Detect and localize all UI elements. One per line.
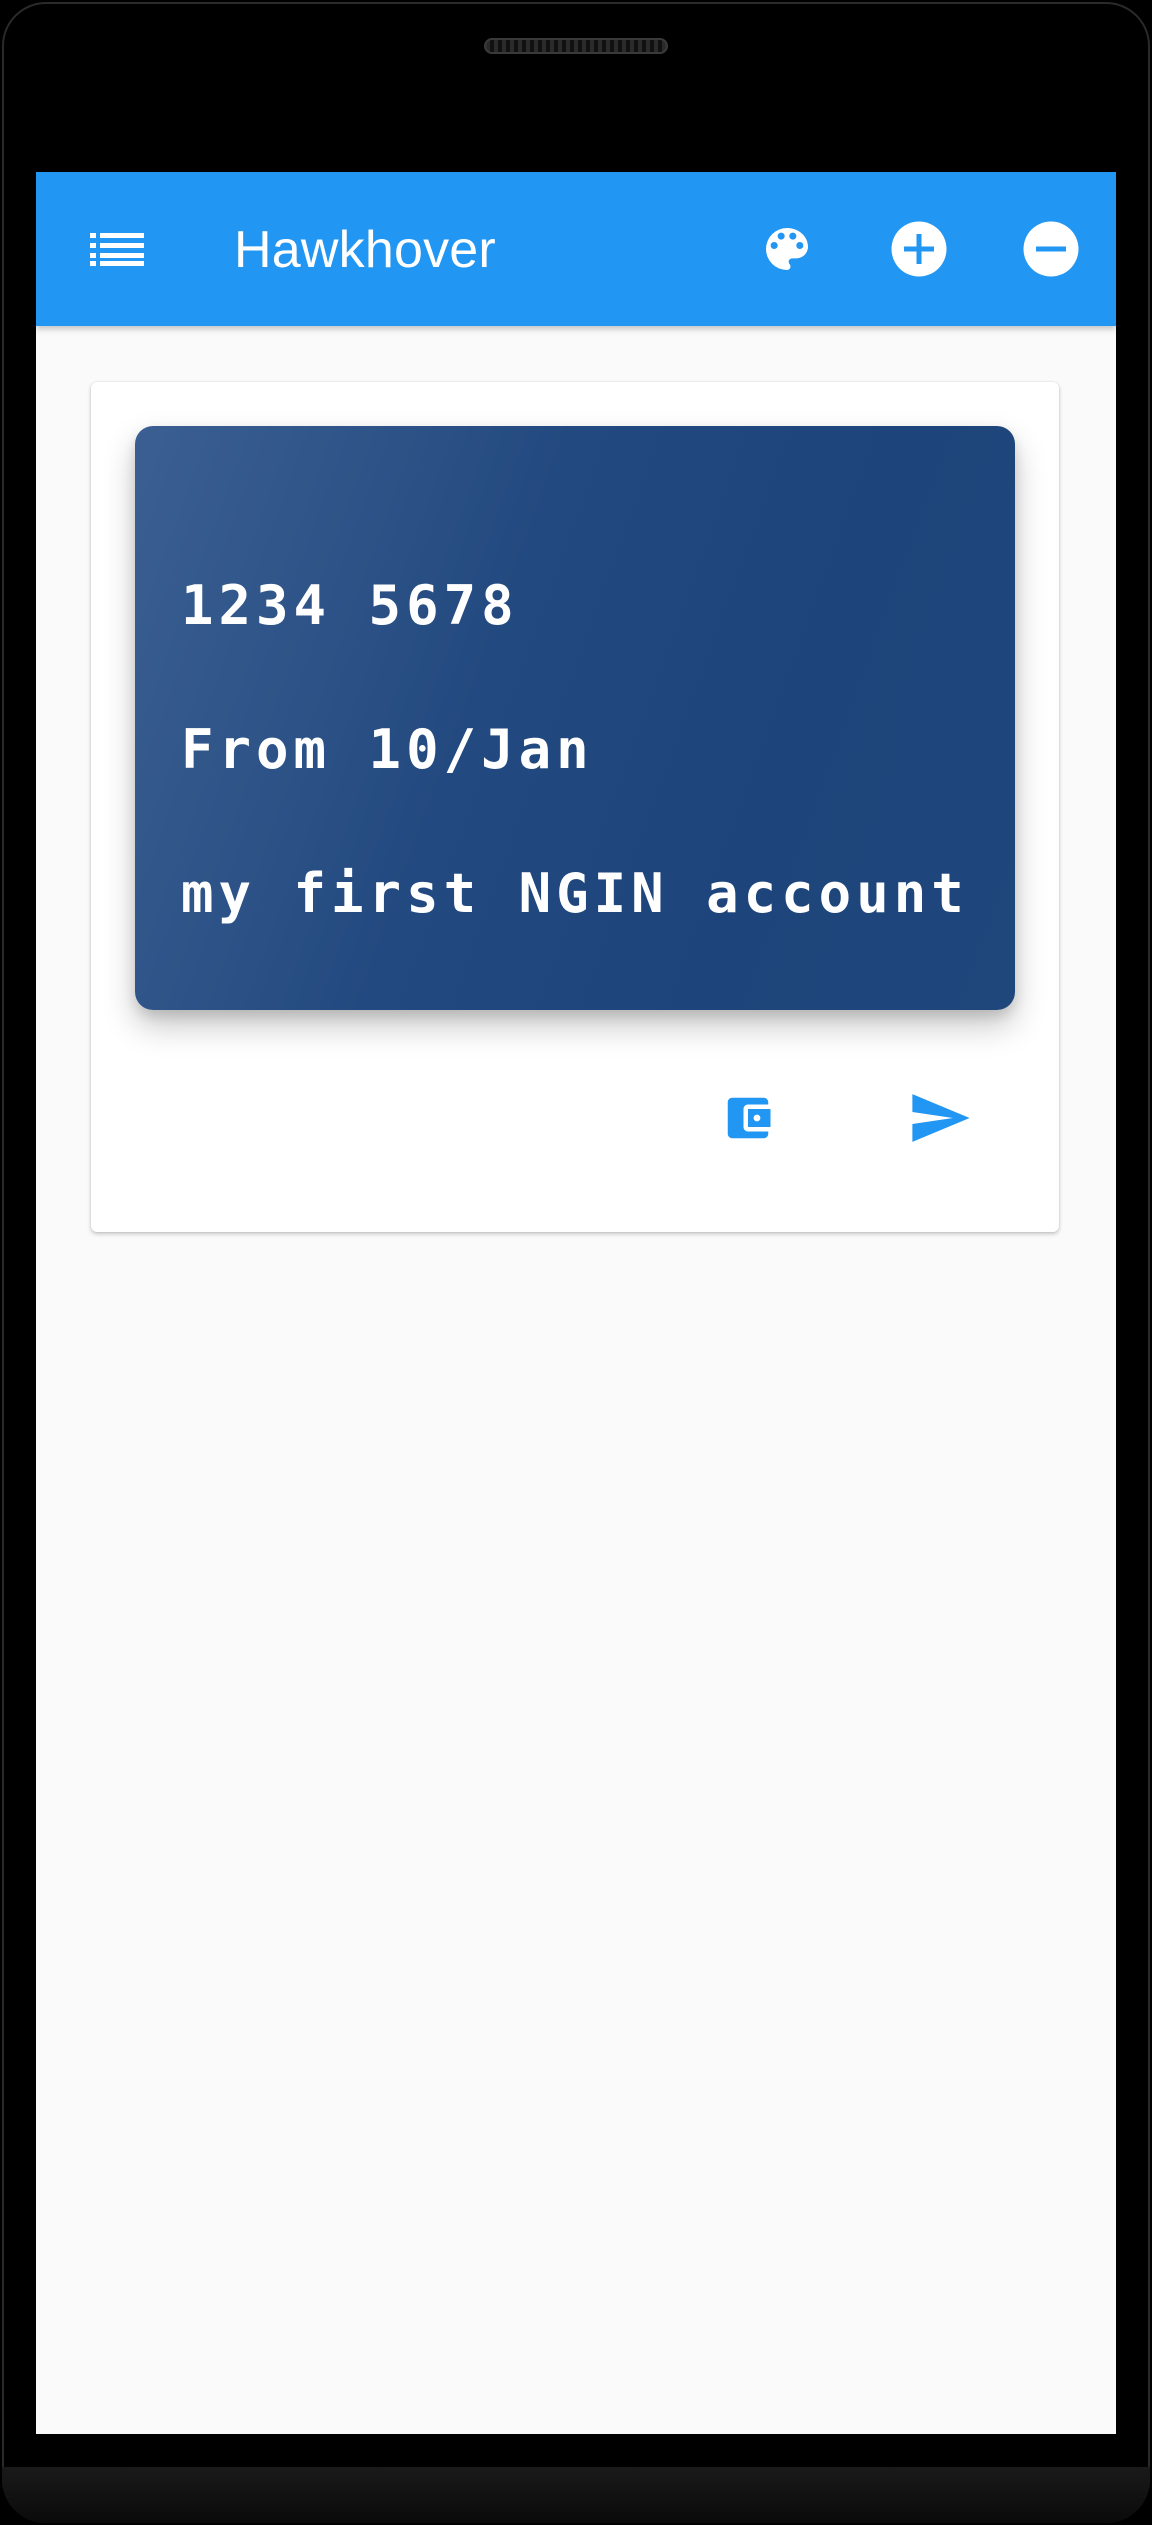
list-icon — [90, 231, 144, 267]
account-card: 1234 5678 From 10/Jan my first NGIN acco… — [91, 382, 1059, 1232]
palette-button[interactable] — [754, 216, 820, 282]
app-screen: Hawkhover 1234 5678 From 10/Jan my first… — [36, 172, 1116, 2434]
menu-button[interactable] — [84, 216, 150, 282]
account-since-date: From 10/Jan — [181, 718, 594, 781]
send-icon — [910, 1091, 972, 1145]
app-bar: Hawkhover — [36, 172, 1116, 326]
account-number: 1234 5678 — [181, 574, 519, 637]
remove-button[interactable] — [1018, 216, 1084, 282]
wallet-button[interactable] — [708, 1078, 788, 1158]
earpiece-speaker — [484, 38, 668, 54]
wallet-icon — [721, 1091, 775, 1145]
account-description: my first NGIN account — [181, 862, 969, 925]
palette-icon — [759, 221, 815, 277]
add-button[interactable] — [886, 216, 952, 282]
phone-frame: Hawkhover 1234 5678 From 10/Jan my first… — [0, 0, 1152, 2525]
bank-card-visual[interactable]: 1234 5678 From 10/Jan my first NGIN acco… — [135, 426, 1015, 1010]
send-button[interactable] — [901, 1078, 981, 1158]
app-title: Hawkhover — [234, 221, 496, 279]
remove-circle-icon — [1021, 219, 1081, 279]
phone-chin — [2, 2467, 1150, 2523]
add-circle-icon — [889, 219, 949, 279]
